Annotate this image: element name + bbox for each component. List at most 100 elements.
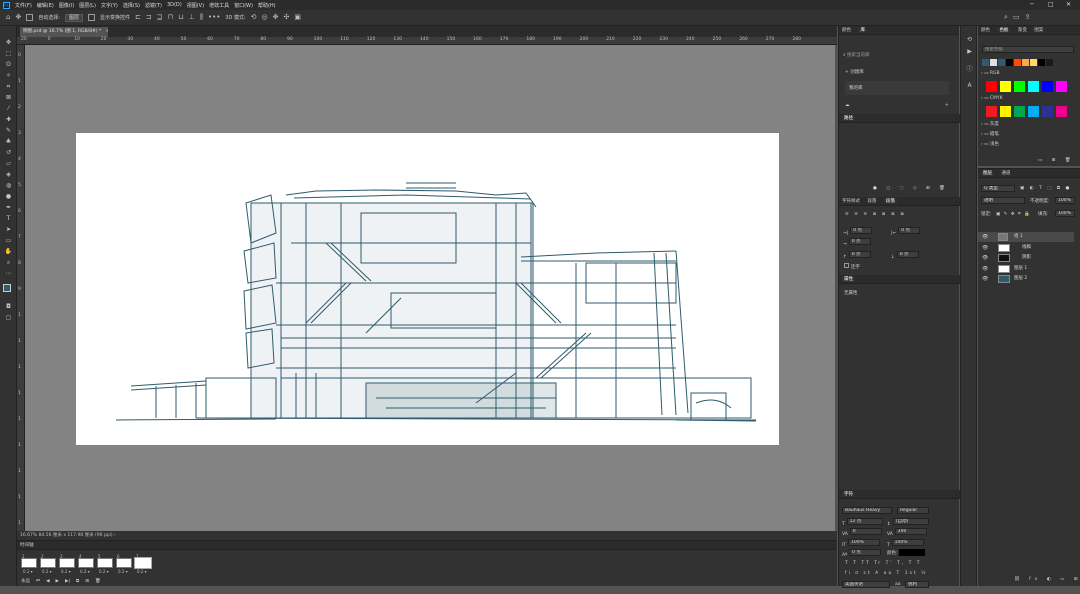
path-actions[interactable]: ● ○ ◌ ◇ ⊞ 🗑 bbox=[873, 186, 949, 191]
menu-file[interactable]: 文件(F) bbox=[15, 2, 32, 9]
hand-tool-icon[interactable]: ✋ bbox=[4, 248, 13, 256]
kerning-row[interactable]: VA 0 bbox=[842, 528, 882, 537]
healing-brush-icon[interactable]: ✚ bbox=[4, 116, 13, 124]
tracking-row[interactable]: VA 200 bbox=[887, 528, 927, 537]
menu-select[interactable]: 选择(S) bbox=[123, 2, 140, 9]
layer-row[interactable]: 👁 图层 2 bbox=[978, 274, 1074, 284]
color-swatch[interactable] bbox=[1056, 106, 1067, 117]
auto-select-dropdown[interactable]: 图层 bbox=[65, 13, 84, 22]
space-before-field[interactable]: ↑ 0 点 bbox=[843, 251, 871, 260]
3d-rotate-icon[interactable]: ⟲ bbox=[251, 14, 257, 21]
leading-row[interactable]: ↕ (自动) bbox=[887, 518, 929, 527]
show-transform-checkbox[interactable] bbox=[88, 14, 96, 21]
layer-row[interactable]: 👁 组 1 bbox=[978, 232, 1074, 242]
color-swatch[interactable] bbox=[1000, 106, 1011, 117]
share-icon[interactable]: ⇪ bbox=[1025, 14, 1031, 21]
frame-delay[interactable]: 0.2 ▾ bbox=[118, 569, 128, 574]
tab-paths[interactable]: 路径 bbox=[842, 116, 855, 121]
recent-swatch[interactable] bbox=[1014, 59, 1021, 66]
3d-pan-icon[interactable]: ✥ bbox=[273, 14, 279, 21]
path-select-icon[interactable]: ➤ bbox=[4, 226, 13, 234]
baseline-input[interactable]: 0 点 bbox=[849, 549, 882, 556]
screen-mode-icon[interactable]: ▢ bbox=[4, 314, 13, 322]
maximize-icon[interactable]: □ bbox=[1048, 1, 1054, 8]
distribute-icon[interactable]: ⫼ bbox=[200, 14, 203, 21]
move-tool-icon[interactable]: ✥ bbox=[15, 14, 21, 21]
baseline-row[interactable]: Aª 0 点 bbox=[842, 549, 882, 558]
first-line-input[interactable]: 0 点 bbox=[848, 238, 871, 245]
auto-select-checkbox[interactable] bbox=[26, 14, 34, 21]
visibility-eye-icon[interactable]: 👁 bbox=[982, 243, 988, 253]
color-swatch[interactable] bbox=[1014, 81, 1025, 92]
text-color-row[interactable]: 颜色: bbox=[887, 549, 926, 556]
tab-color[interactable]: 颜色 bbox=[842, 28, 851, 33]
swatch-group-header[interactable]: › ▭ 蜡笔 bbox=[981, 131, 999, 137]
kerning-input[interactable]: 0 bbox=[849, 528, 882, 535]
font-size-input[interactable]: 12 点 bbox=[846, 518, 883, 525]
paragraph-align-buttons[interactable]: ≡ ≡ ≡ ≣ ≣ ≣ ≣ bbox=[845, 212, 906, 217]
color-swatch[interactable] bbox=[1028, 81, 1039, 92]
menu-filter[interactable]: 滤镜(T) bbox=[145, 2, 162, 9]
indent-right-input[interactable]: 0 点 bbox=[898, 227, 921, 234]
minimize-icon[interactable]: ─ bbox=[1030, 1, 1034, 8]
create-library-button[interactable]: + 创建库 bbox=[845, 69, 864, 75]
swatch-group-header[interactable]: › ▭ 浅色 bbox=[981, 141, 999, 147]
layer-row[interactable]: 👁 线稿 bbox=[978, 243, 1074, 253]
swatch-group-header[interactable]: › ▭ 灰度 bbox=[981, 121, 999, 127]
recent-swatch[interactable] bbox=[1006, 59, 1013, 66]
marquee-tool-icon[interactable]: ⬚ bbox=[4, 50, 13, 58]
tab-paragraph[interactable]: 段落 bbox=[883, 199, 897, 204]
timeline-frame[interactable]: 1 0.2 ▾ bbox=[21, 554, 37, 575]
more-tools-icon[interactable]: ⋯ bbox=[4, 270, 13, 278]
recent-swatch[interactable] bbox=[998, 59, 1005, 66]
recent-swatch[interactable] bbox=[1038, 59, 1045, 66]
color-swatch[interactable] bbox=[986, 81, 997, 92]
crop-tool-icon[interactable]: ⌗ bbox=[4, 83, 13, 91]
recent-swatch[interactable] bbox=[1030, 59, 1037, 66]
tab-properties[interactable]: 属性 bbox=[842, 277, 855, 282]
move-tool-icon[interactable]: ✥ bbox=[4, 39, 13, 47]
type-tool-icon[interactable]: T bbox=[4, 215, 13, 223]
menu-type[interactable]: 文字(Y) bbox=[101, 2, 118, 9]
layer-actions[interactable]: ⛓ fx ◐ ▭ ⊞ 🗑 bbox=[1014, 577, 1080, 582]
menu-edit[interactable]: 编辑(E) bbox=[37, 2, 54, 9]
timeline-frame[interactable]: 5 0.2 ▾ bbox=[97, 554, 113, 575]
delete-frame-icon[interactable]: 🗑 bbox=[95, 579, 101, 584]
hscale-input[interactable]: 100% bbox=[891, 539, 924, 546]
align-left-icon[interactable]: ⊏ bbox=[135, 14, 141, 21]
frame-delay[interactable]: 0.2 ▾ bbox=[42, 569, 52, 574]
loop-dropdown[interactable]: 永远 bbox=[21, 578, 30, 584]
frame-delay[interactable]: 0.2 ▾ bbox=[23, 569, 33, 574]
color-swatch[interactable] bbox=[986, 106, 997, 117]
document-tab[interactable]: 侧图.psd @ 16.7% (图 1, RGB/8#) * × bbox=[20, 27, 108, 37]
library-search[interactable]: ⌕ 搜索当前库 bbox=[843, 51, 953, 58]
tab-patterns[interactable]: 图案 bbox=[1034, 28, 1043, 33]
font-style-select[interactable]: Regular bbox=[897, 507, 929, 514]
play-icon[interactable]: ▶ bbox=[56, 579, 59, 584]
align-top-icon[interactable]: ⊓ bbox=[168, 14, 173, 21]
opentype-buttons[interactable]: fi σ st A aa T 1st ½ bbox=[845, 571, 927, 576]
quick-mask-icon[interactable]: ◘ bbox=[4, 303, 13, 311]
space-after-input[interactable]: 0 点 bbox=[896, 251, 919, 258]
tab-layers[interactable]: 图层 bbox=[981, 171, 994, 176]
tab-channels[interactable]: 通道 bbox=[1001, 171, 1010, 176]
space-before-input[interactable]: 0 点 bbox=[848, 251, 871, 258]
align-middle-icon[interactable]: ⊔ bbox=[178, 14, 183, 21]
history-panel-icon[interactable]: ⟲ bbox=[965, 36, 974, 44]
layer-row[interactable]: 👁 阴影 bbox=[978, 253, 1074, 263]
info-panel-icon[interactable]: ⓘ bbox=[965, 66, 974, 74]
color-swatch[interactable] bbox=[1028, 106, 1039, 117]
visibility-eye-icon[interactable]: 👁 bbox=[982, 274, 988, 284]
more-options-icon[interactable]: ••• bbox=[208, 14, 220, 21]
color-swatch[interactable] bbox=[1042, 81, 1053, 92]
3d-scale-icon[interactable]: ▣ bbox=[294, 14, 301, 21]
prev-frame-icon[interactable]: ◀ bbox=[46, 579, 49, 584]
menu-help[interactable]: 帮助(H) bbox=[258, 2, 276, 9]
zoom-tool-icon[interactable]: ⌕ bbox=[4, 259, 13, 267]
hyphenate-checkbox[interactable] bbox=[844, 263, 849, 268]
paint-bucket-icon[interactable]: ◈ bbox=[4, 171, 13, 179]
3d-slide-icon[interactable]: ✣ bbox=[284, 14, 290, 21]
swatch-group-header[interactable]: › ▭ RGB bbox=[981, 71, 1000, 76]
type-style-buttons[interactable]: T T TT Tr T' T, T T bbox=[845, 561, 922, 566]
blur-tool-icon[interactable]: ◍ bbox=[4, 182, 13, 190]
